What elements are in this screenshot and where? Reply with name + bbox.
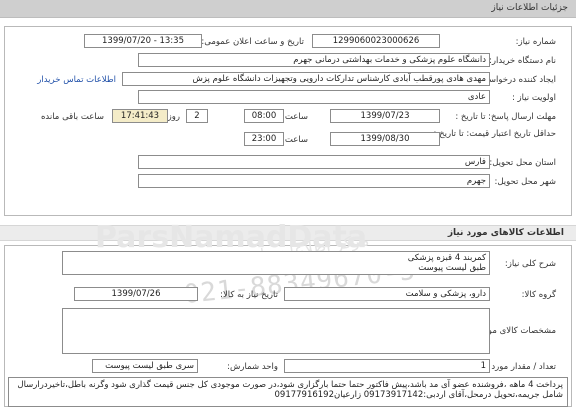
days-field: 2 (186, 109, 208, 123)
group-label: گروه کالا: (521, 290, 556, 300)
summary-line-1: کمربند 4 قبزه پزشکی (407, 253, 486, 263)
notes-textarea[interactable]: پرداخت 4 ماهه ،فروشنده عضو آی مد باشد،پی… (8, 377, 568, 407)
qty-field: 1 (284, 359, 490, 373)
priority-field: عادی (138, 90, 490, 104)
buyer-org-field: دانشگاه علوم پزشکی و خدمات بهداشتی درمان… (138, 53, 490, 67)
need-number-field: 1299060023000626 (312, 34, 440, 48)
group-field: دارو، پزشکی و سلامت (284, 287, 490, 301)
summary-line-2: طبق لیست پیوست (418, 263, 486, 273)
panel-header: جزئیات اطلاعات نیاز (0, 0, 576, 18)
panel-title: جزئیات اطلاعات نیاز (491, 3, 568, 13)
reply-time-field: 08:00 (244, 109, 284, 123)
priority-label: اولویت نیاز : (511, 93, 556, 103)
province-label: استان محل تحویل: (489, 158, 556, 168)
need-number-label: شماره نیاز: (515, 37, 556, 47)
remaining-label: ساعت باقی مانده (40, 112, 104, 122)
unit-field: سری طبق لیست پیوست (92, 359, 198, 373)
price-time-field: 23:00 (244, 132, 284, 146)
announce-label: تاریخ و ساعت اعلان عمومی: (201, 37, 304, 47)
announce-field: 1399/07/20 - 13:35 (84, 34, 202, 48)
summary-field: کمربند 4 قبزه پزشکی طبق لیست پیوست (62, 251, 490, 275)
province-field: فارس (138, 155, 490, 169)
city-label: شهر محل تحویل: (494, 177, 556, 187)
unit-label: واحد شمارش: (227, 362, 278, 372)
city-field: جهرم (138, 174, 490, 188)
price-time-label: ساعت (284, 135, 308, 145)
goods-section-title: اطلاعات کالاهای مورد نیاز (447, 228, 564, 238)
specs-field (62, 308, 490, 354)
buyer-org-label: نام دستگاه خریدار: (489, 56, 556, 66)
requester-field: مهدی هادی پورقطب آبادی کارشناس تدارکات د… (122, 72, 490, 86)
contact-link[interactable]: اطلاعات تماس خریدار (37, 75, 116, 85)
reply-date-field: 1399/07/23 (330, 109, 440, 123)
price-validity-label: حداقل تاریخ اعتبار قیمت: تا تاریخ : (433, 129, 556, 139)
need-date-label: تاریخ نیاز به کالا: (220, 290, 278, 300)
need-date-field: 1399/07/26 (74, 287, 198, 301)
summary-label: شرح کلی نیاز: (504, 259, 556, 269)
reply-deadline-label: مهلت ارسال پاسخ: تا تاریخ : (455, 112, 556, 122)
reply-time-label: ساعت (284, 112, 308, 122)
remaining-time-field: 17:41:43 (112, 109, 168, 123)
price-date-field: 1399/08/30 (330, 132, 440, 146)
